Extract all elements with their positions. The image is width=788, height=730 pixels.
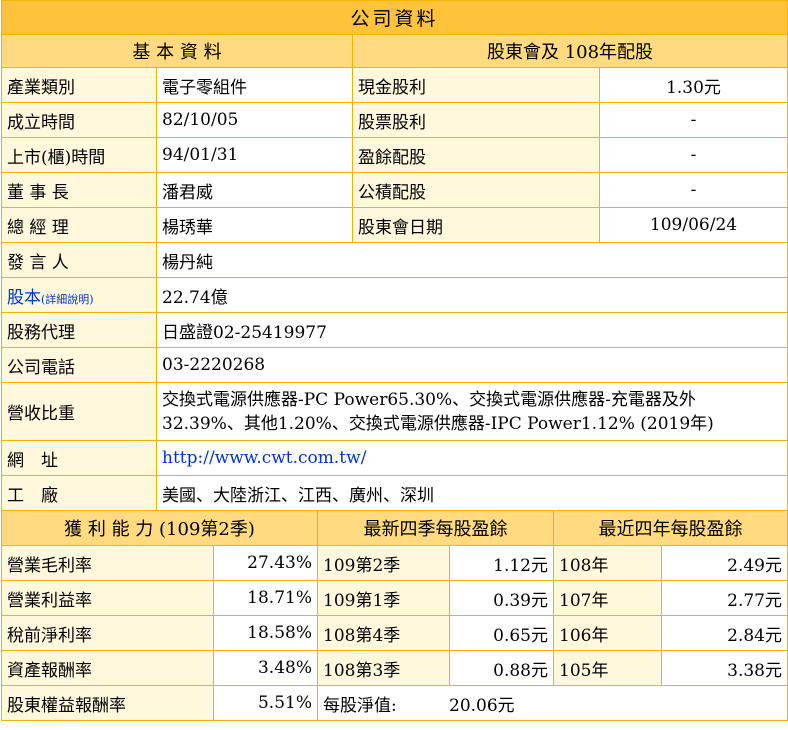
revenue-line-1: 交換式電源供應器-PC Power65.30%、交換式電源供應器-充電器及外 <box>162 389 696 410</box>
spokesperson-value: 楊丹純 <box>155 242 788 278</box>
gm-label: 總 經 理 <box>1 207 157 243</box>
dividend-header: 股東會及 108年配股 <box>351 34 788 68</box>
table-row: 營業毛利率 27.43% 109第2季 1.12元 108年 2.49元 <box>1 545 788 581</box>
eps-q-label: 108第4季 <box>317 615 450 651</box>
gross-margin-value: 27.43% <box>213 545 318 581</box>
table-row: 股務代理 日盛證02-25419977 <box>1 312 788 348</box>
table-row: 股本(詳細說明) 22.74億 <box>1 277 788 313</box>
pretax-margin-label: 稅前淨利率 <box>1 615 214 651</box>
founded-label: 成立時間 <box>1 102 157 138</box>
table-row: 網 址 http://www.cwt.com.tw/ <box>1 440 788 476</box>
gross-margin-label: 營業毛利率 <box>1 545 214 581</box>
basic-info-header: 基 本 資 料 <box>1 34 353 68</box>
table-row: 資產報酬率 3.48% 108第3季 0.88元 105年 3.38元 <box>1 650 788 686</box>
nav-label: 每股淨值: <box>323 695 397 716</box>
capital-link[interactable]: 股本(詳細說明) <box>7 288 94 308</box>
capital-label: 股本 <box>7 287 41 308</box>
reserve-stock-value: - <box>598 172 788 208</box>
eps-q-label: 109第2季 <box>317 545 450 581</box>
revenue-value: 交換式電源供應器-PC Power65.30%、交換式電源供應器-充電器及外 32… <box>155 382 788 441</box>
spokesperson-label: 發 言 人 <box>1 242 157 278</box>
table-row: 稅前淨利率 18.58% 108第4季 0.65元 106年 2.84元 <box>1 615 788 651</box>
page-title: 公司資料 <box>0 0 788 35</box>
table-row: 發 言 人 楊丹純 <box>1 242 788 278</box>
table-row: 產業類別 電子零組件 現金股利 1.30元 <box>1 67 788 103</box>
operating-margin-value: 18.71% <box>213 580 318 616</box>
eps-q-value: 0.39元 <box>449 580 554 616</box>
chairman-value: 潘君威 <box>156 172 353 208</box>
roe-value: 5.51% <box>213 685 318 721</box>
website-cell: http://www.cwt.com.tw/ <box>155 440 788 476</box>
nav-cell: 每股淨值: 20.06元 <box>317 685 788 721</box>
earnings-stock-value: - <box>598 137 788 173</box>
eps-q-label: 109第1季 <box>317 580 450 616</box>
factory-value: 美國、大陸浙江、江西、廣州、深圳 <box>155 475 788 511</box>
operating-margin-label: 營業利益率 <box>1 580 214 616</box>
gm-value: 楊琇華 <box>156 207 353 243</box>
capital-value: 22.74億 <box>155 277 788 313</box>
listing-value: 94/01/31 <box>156 137 353 173</box>
table-row: 總 經 理 楊琇華 股東會日期 109/06/24 <box>1 207 788 243</box>
table-row: 營收比重 交換式電源供應器-PC Power65.30%、交換式電源供應器-充電… <box>1 382 788 441</box>
eps-q-value: 1.12元 <box>449 545 554 581</box>
roa-label: 資產報酬率 <box>1 650 214 686</box>
eps-y-value: 3.38元 <box>661 650 788 686</box>
profitability-header: 獲 利 能 力 (109第2季) <box>1 510 318 546</box>
eps-q-value: 0.65元 <box>449 615 554 651</box>
cash-dividend-value: 1.30元 <box>598 67 788 103</box>
financial-table: 獲 利 能 力 (109第2季) 最新四季每股盈餘 最近四年每股盈餘 營業毛利率… <box>1 510 788 721</box>
website-label: 網 址 <box>1 440 157 476</box>
table-row: 董 事 長 潘君威 公積配股 - <box>1 172 788 208</box>
stock-dividend-label: 股票股利 <box>352 102 600 138</box>
table-row: 股東權益報酬率 5.51% 每股淨值: 20.06元 <box>1 685 788 721</box>
table-row: 營業利益率 18.71% 109第1季 0.39元 107年 2.77元 <box>1 580 788 616</box>
reserve-stock-label: 公積配股 <box>352 172 600 208</box>
agent-value: 日盛證02-25419977 <box>155 312 788 348</box>
roa-value: 3.48% <box>213 650 318 686</box>
capital-detail-note: (詳細說明) <box>41 292 94 306</box>
eps-y-label: 107年 <box>553 580 662 616</box>
pretax-margin-value: 18.58% <box>213 615 318 651</box>
eps-y-value: 2.77元 <box>661 580 788 616</box>
capital-label-cell: 股本(詳細說明) <box>1 277 157 313</box>
eps-y-label: 108年 <box>553 545 662 581</box>
industry-value: 電子零組件 <box>156 67 353 103</box>
founded-value: 82/10/05 <box>156 102 353 138</box>
phone-value: 03-2220268 <box>155 347 788 383</box>
eps-y-value: 2.84元 <box>661 615 788 651</box>
revenue-line-2: 32.39%、其他1.20%、交換式電源供應器-IPC Power1.12% (… <box>162 413 714 434</box>
eps-y-value: 2.49元 <box>661 545 788 581</box>
eps-y-label: 106年 <box>553 615 662 651</box>
roe-label: 股東權益報酬率 <box>1 685 214 721</box>
nav-value: 20.06元 <box>449 695 515 716</box>
listing-label: 上市(櫃)時間 <box>1 137 157 173</box>
cash-dividend-label: 現金股利 <box>352 67 600 103</box>
eps-q-label: 108第3季 <box>317 650 450 686</box>
eps-quarters-header: 最新四季每股盈餘 <box>317 510 554 546</box>
stock-dividend-value: - <box>598 102 788 138</box>
eps-y-label: 105年 <box>553 650 662 686</box>
table-row: 成立時間 82/10/05 股票股利 - <box>1 102 788 138</box>
eps-years-header: 最近四年每股盈餘 <box>553 510 788 546</box>
website-link[interactable]: http://www.cwt.com.tw/ <box>162 448 366 468</box>
eps-q-value: 0.88元 <box>449 650 554 686</box>
revenue-label: 營收比重 <box>1 382 157 441</box>
factory-label: 工 廠 <box>1 475 157 511</box>
meeting-date-label: 股東會日期 <box>352 207 600 243</box>
phone-label: 公司電話 <box>1 347 157 383</box>
table-row: 工 廠 美國、大陸浙江、江西、廣州、深圳 <box>1 475 788 511</box>
table-row: 公司電話 03-2220268 <box>1 347 788 383</box>
table-row: 上市(櫃)時間 94/01/31 盈餘配股 - <box>1 137 788 173</box>
agent-label: 股務代理 <box>1 312 157 348</box>
chairman-label: 董 事 長 <box>1 172 157 208</box>
company-info-table: 公司資料 基 本 資 料 股東會及 108年配股 產業類別 電子零組件 現金股利… <box>0 0 788 511</box>
earnings-stock-label: 盈餘配股 <box>352 137 600 173</box>
industry-label: 產業類別 <box>1 67 157 103</box>
meeting-date-value: 109/06/24 <box>598 207 788 243</box>
